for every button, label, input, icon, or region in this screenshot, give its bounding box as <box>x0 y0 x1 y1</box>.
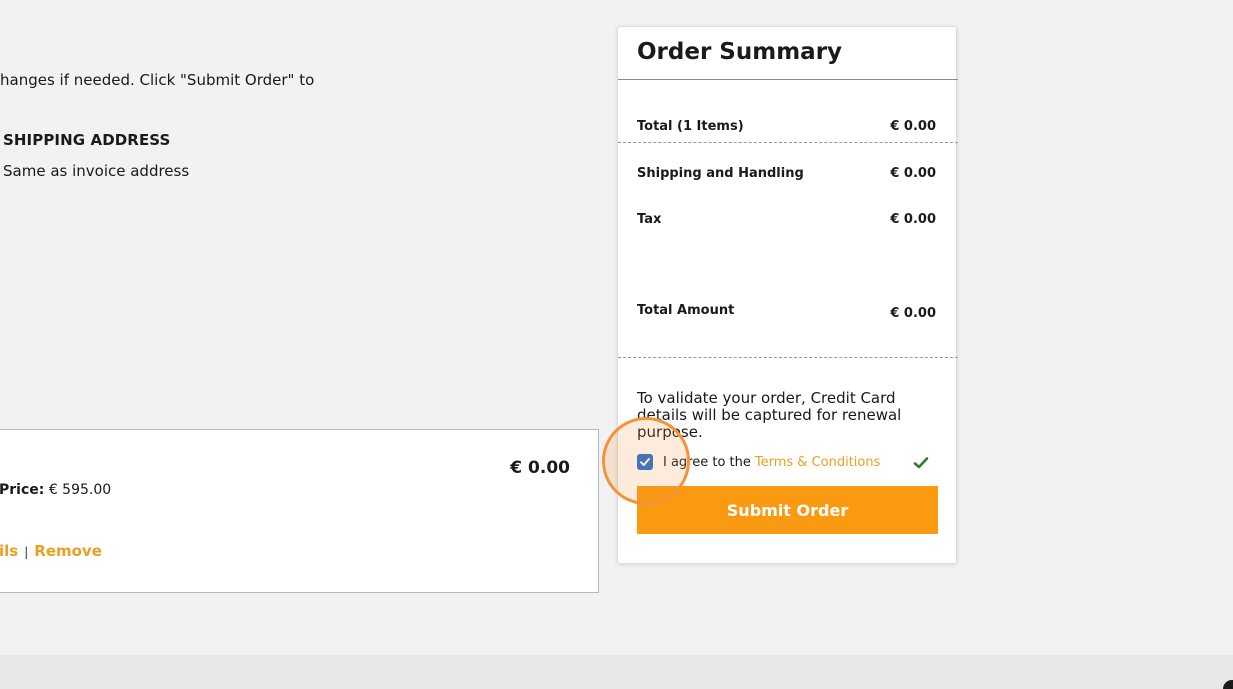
terms-checkbox[interactable] <box>637 454 653 470</box>
tax-value: € 0.00 <box>890 212 936 227</box>
shipping-address-value: Same as invoice address <box>3 162 190 180</box>
item-price: € 0.00 <box>510 458 570 478</box>
order-summary-title: Order Summary <box>637 39 843 65</box>
shipping-handling-label: Shipping and Handling <box>637 166 804 181</box>
item-actions: ils | Remove <box>0 542 102 560</box>
shipping-handling-value: € 0.00 <box>890 166 936 181</box>
review-instructions: hanges if needed. Click "Submit Order" t… <box>0 71 315 89</box>
terms-conditions-link[interactable]: Terms & Conditions <box>755 455 881 470</box>
total-amount-value: € 0.00 <box>890 306 936 321</box>
total-amount-label: Total Amount <box>637 303 735 318</box>
tax-label: Tax <box>637 212 662 227</box>
total-items-label: Total (1 Items) <box>637 119 744 134</box>
checkmark-icon <box>640 458 650 466</box>
details-link[interactable]: ils <box>0 542 18 560</box>
summary-title-divider <box>618 79 958 80</box>
unit-price-value: € 595.00 <box>48 482 112 498</box>
summary-divider <box>618 357 958 358</box>
item-unit-price: Price: € 595.00 <box>0 482 111 498</box>
remove-link[interactable]: Remove <box>34 542 102 560</box>
shipping-address-heading: SHIPPING ADDRESS <box>3 131 171 149</box>
unit-price-label: Price: <box>0 482 45 498</box>
submit-order-button[interactable]: Submit Order <box>637 486 938 534</box>
footer-band <box>0 655 1233 689</box>
order-summary-panel: Order Summary Total (1 Items) € 0.00 Shi… <box>617 26 958 564</box>
checkmark-icon <box>913 455 929 474</box>
cart-item-card: € 0.00 Price: € 595.00 ils | Remove <box>0 429 599 593</box>
agree-text: I agree to the <box>663 454 751 470</box>
terms-agreement: I agree to the Terms & Conditions <box>637 454 880 470</box>
link-separator: | <box>24 545 29 559</box>
summary-divider <box>618 142 958 143</box>
validation-note: To validate your order, Credit Card deta… <box>637 389 902 441</box>
total-items-value: € 0.00 <box>890 119 936 134</box>
